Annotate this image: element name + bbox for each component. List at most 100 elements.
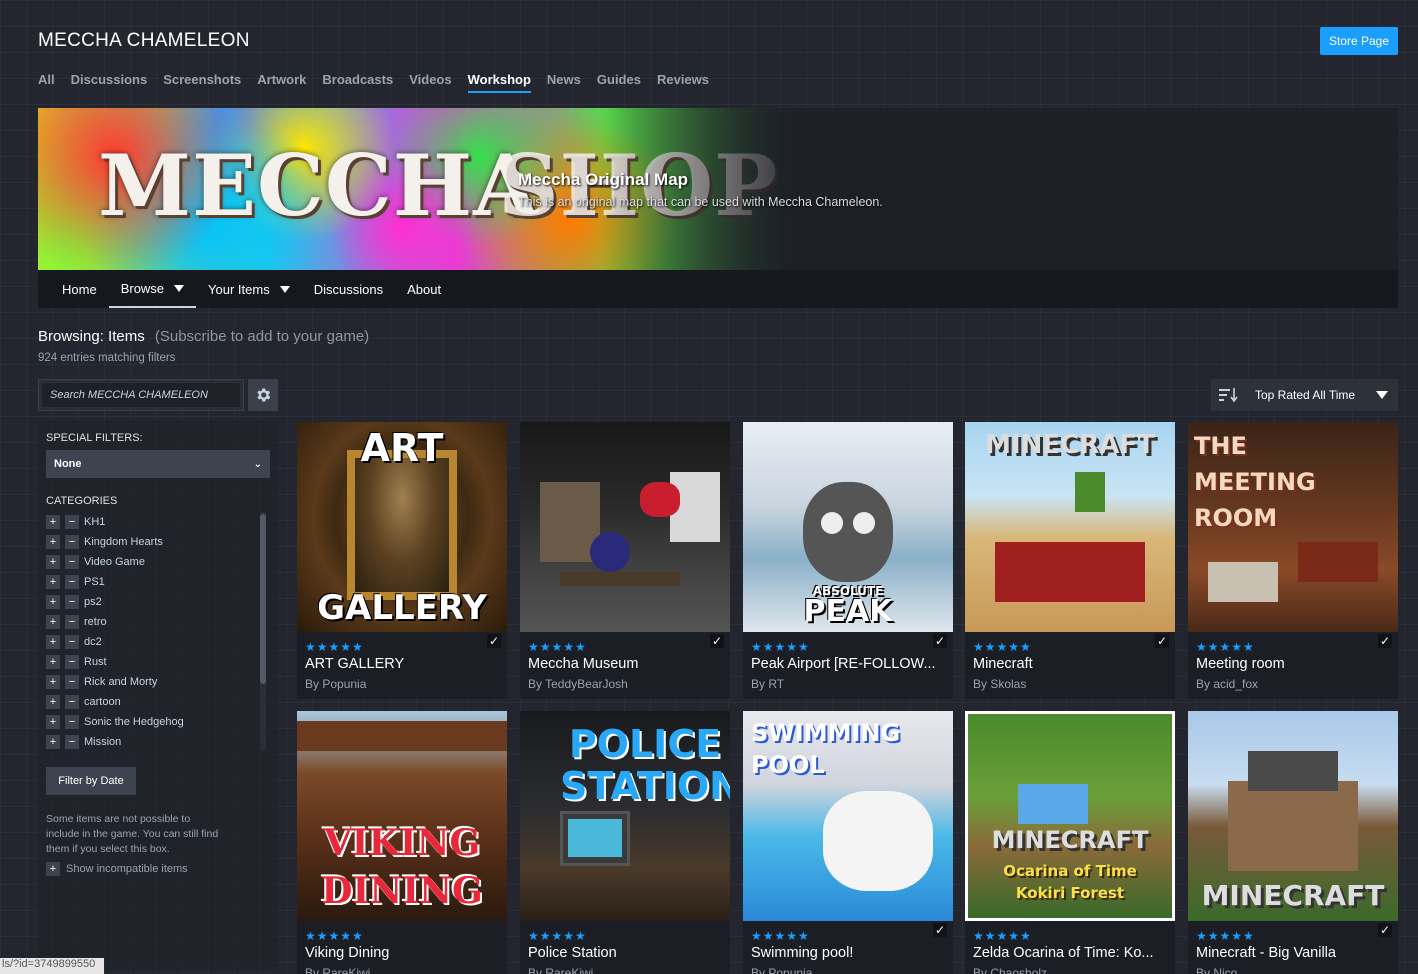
tab-broadcasts[interactable]: Broadcasts <box>322 72 393 93</box>
minus-icon[interactable]: − <box>65 615 79 629</box>
tab-videos[interactable]: Videos <box>409 72 451 93</box>
subnav-discussions[interactable]: Discussions <box>302 270 395 308</box>
item-title[interactable]: Meccha Museum <box>528 656 724 672</box>
category-label: Video Game <box>84 556 145 568</box>
chevron-down-icon <box>279 285 290 293</box>
plus-icon[interactable]: + <box>46 595 60 609</box>
item-title[interactable]: Viking Dining <box>305 945 501 961</box>
tab-all[interactable]: All <box>38 72 55 93</box>
subnav-home[interactable]: Home <box>50 270 109 308</box>
item-author[interactable]: By Skolas <box>973 677 1026 691</box>
category-scrollbar[interactable] <box>260 512 266 750</box>
item-thumbnail[interactable]: MINECRAFT <box>1188 711 1398 921</box>
thumbnail-caption: PEAK <box>803 594 893 629</box>
minus-icon[interactable]: − <box>65 655 79 669</box>
item-thumbnail[interactable]: MINECRAFT <box>965 422 1175 632</box>
workshop-item[interactable]: MINECRAFT ★★★★★ ✓ Minecraft By Skolas <box>965 422 1175 699</box>
item-author[interactable]: By Nico <box>1196 966 1237 974</box>
minus-icon[interactable]: − <box>65 515 79 529</box>
minus-icon[interactable]: − <box>65 595 79 609</box>
tab-news[interactable]: News <box>547 72 581 93</box>
item-thumbnail[interactable] <box>520 422 730 632</box>
item-thumbnail[interactable]: POLICE STATION <box>520 711 730 921</box>
item-thumbnail[interactable]: SWIMMING POOL <box>743 711 953 921</box>
plus-icon[interactable]: + <box>46 695 60 709</box>
show-incompatible-toggle[interactable]: + Show incompatible items <box>46 862 188 876</box>
item-thumbnail[interactable]: THE MEETING ROOM <box>1188 422 1398 632</box>
workshop-item[interactable]: MINECRAFT ★★★★★ ✓ Minecraft - Big Vanill… <box>1188 711 1398 974</box>
tab-discussions[interactable]: Discussions <box>71 72 148 93</box>
item-thumbnail[interactable]: ABSOLUTE PEAK <box>743 422 953 632</box>
item-author[interactable]: By TeddyBearJosh <box>528 677 628 691</box>
plus-icon[interactable]: + <box>46 555 60 569</box>
search-options-button[interactable] <box>248 379 278 411</box>
item-title[interactable]: Peak Airport [RE-FOLLOW... <box>751 656 947 672</box>
minus-icon[interactable]: − <box>65 735 79 749</box>
plus-icon[interactable]: + <box>46 675 60 689</box>
check-icon[interactable]: ✓ <box>1378 923 1392 937</box>
special-filters-select[interactable]: None ⌄ <box>46 450 270 478</box>
subnav-your-items[interactable]: Your Items <box>196 270 302 308</box>
plus-icon[interactable]: + <box>46 735 60 749</box>
minus-icon[interactable]: − <box>65 535 79 549</box>
workshop-item[interactable]: ART GALLERY ★★★★★ ✓ ART GALLERY By Popun… <box>297 422 507 699</box>
minus-icon[interactable]: − <box>65 675 79 689</box>
plus-icon[interactable]: + <box>46 615 60 629</box>
minus-icon[interactable]: − <box>65 695 79 709</box>
item-title[interactable]: Minecraft - Big Vanilla <box>1196 945 1392 961</box>
search-input[interactable] <box>42 383 240 407</box>
check-icon[interactable]: ✓ <box>933 923 947 937</box>
plus-icon[interactable]: + <box>46 515 60 529</box>
minus-icon[interactable]: − <box>65 635 79 649</box>
minus-icon[interactable]: − <box>65 715 79 729</box>
tab-artwork[interactable]: Artwork <box>257 72 306 93</box>
filter-by-date-button[interactable]: Filter by Date <box>46 767 136 795</box>
item-title[interactable]: Zelda Ocarina of Time: Ko... <box>973 945 1169 961</box>
workshop-item[interactable]: MINECRAFT Ocarina of Time Kokiri Forest … <box>965 711 1175 974</box>
item-title[interactable]: Meeting room <box>1196 656 1392 672</box>
plus-icon[interactable]: + <box>46 635 60 649</box>
item-author[interactable]: By RareKiwi <box>305 966 370 974</box>
check-icon[interactable]: ✓ <box>710 634 724 648</box>
check-icon[interactable]: ✓ <box>487 634 501 648</box>
item-author[interactable]: By Popunia <box>751 966 812 974</box>
item-title[interactable]: Minecraft <box>973 656 1169 672</box>
thumbnail-caption: MINECRAFT <box>991 826 1149 854</box>
item-author[interactable]: By RareKiwi <box>528 966 593 974</box>
item-author[interactable]: By acid_fox <box>1196 677 1258 691</box>
plus-icon[interactable]: + <box>46 655 60 669</box>
item-thumbnail[interactable]: ART GALLERY <box>297 422 507 632</box>
workshop-item[interactable]: SWIMMING POOL ★★★★★ ✓ Swimming pool! By … <box>743 711 953 974</box>
subnav-about[interactable]: About <box>395 270 453 308</box>
workshop-item[interactable]: THE MEETING ROOM ★★★★★ ✓ Meeting room By… <box>1188 422 1398 699</box>
tab-reviews[interactable]: Reviews <box>657 72 709 93</box>
subnav-browse[interactable]: Browse <box>108 270 197 308</box>
sort-dropdown[interactable]: Top Rated All Time <box>1211 379 1398 411</box>
item-title[interactable]: Police Station <box>528 945 724 961</box>
item-title[interactable]: Swimming pool! <box>751 945 947 961</box>
minus-icon[interactable]: − <box>65 575 79 589</box>
check-icon[interactable]: ✓ <box>933 634 947 648</box>
item-title[interactable]: ART GALLERY <box>305 656 501 672</box>
item-author[interactable]: By Chaosholz <box>973 966 1047 974</box>
check-icon[interactable]: ✓ <box>1378 634 1392 648</box>
plus-icon[interactable]: + <box>46 862 60 876</box>
item-author[interactable]: By RT <box>751 677 784 691</box>
workshop-item[interactable]: VIKING DINING ★★★★★ Viking Dining By Rar… <box>297 711 507 974</box>
plus-icon[interactable]: + <box>46 575 60 589</box>
tab-workshop[interactable]: Workshop <box>467 72 531 93</box>
minus-icon[interactable]: − <box>65 555 79 569</box>
workshop-item[interactable]: ABSOLUTE PEAK ★★★★★ ✓ Peak Airport [RE-F… <box>743 422 953 699</box>
store-page-button[interactable]: Store Page <box>1320 27 1398 55</box>
item-author[interactable]: By Popunia <box>305 677 366 691</box>
plus-icon[interactable]: + <box>46 535 60 549</box>
plus-icon[interactable]: + <box>46 715 60 729</box>
tab-guides[interactable]: Guides <box>597 72 641 93</box>
tab-screenshots[interactable]: Screenshots <box>163 72 241 93</box>
item-thumbnail[interactable]: VIKING DINING <box>297 711 507 921</box>
scrollbar-thumb[interactable] <box>260 514 266 684</box>
check-icon[interactable]: ✓ <box>1155 634 1169 648</box>
item-thumbnail[interactable]: MINECRAFT Ocarina of Time Kokiri Forest <box>965 711 1175 921</box>
workshop-item[interactable]: ★★★★★ ✓ Meccha Museum By TeddyBearJosh <box>520 422 730 699</box>
workshop-item[interactable]: POLICE STATION ★★★★★ Police Station By R… <box>520 711 730 974</box>
